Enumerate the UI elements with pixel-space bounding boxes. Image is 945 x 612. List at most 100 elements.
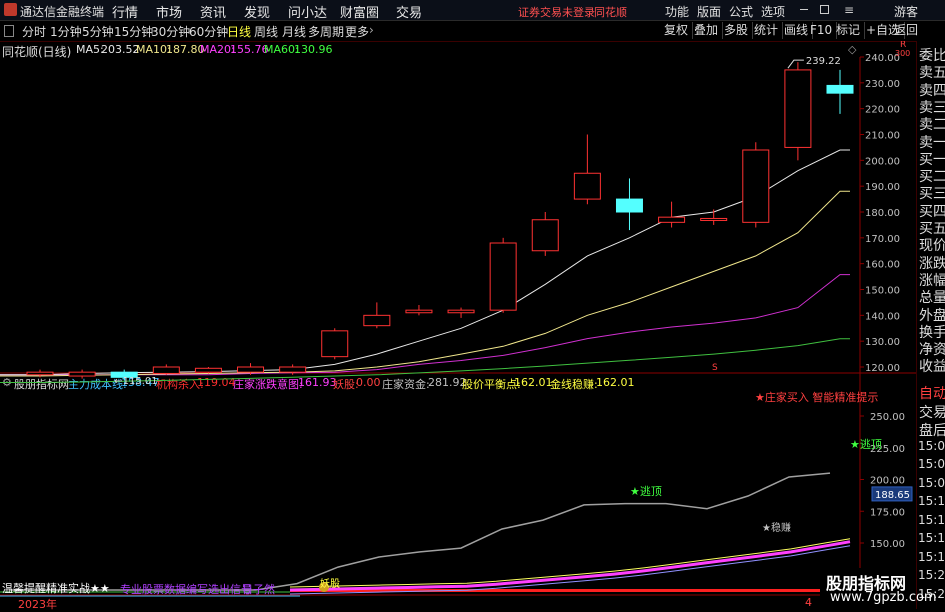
trade-row-label: 15:1: [918, 531, 945, 545]
menu-gongshi[interactable]: 公式: [729, 3, 753, 20]
main-axis-label: 130.00: [865, 337, 900, 348]
btn-fuquan[interactable]: 复权: [660, 22, 694, 39]
menu-banmian[interactable]: 版面: [697, 3, 721, 20]
candle-body: [405, 309, 433, 314]
menu-wenxiaoda[interactable]: 问小达: [288, 2, 327, 21]
menu-xuanxiang[interactable]: 选项: [761, 3, 785, 20]
candle-body: [658, 216, 686, 223]
btn-fanhui[interactable]: 返回: [890, 22, 922, 39]
month-mark: 4: [805, 596, 812, 609]
sub-axis-label: 250.00: [870, 412, 905, 423]
period-15min[interactable]: 15分钟: [114, 23, 153, 40]
expand-icon[interactable]: [4, 25, 14, 37]
minimize-icon[interactable]: [800, 9, 808, 10]
trade-row-label: 15:1: [918, 512, 945, 527]
main-axis-label: 170.00: [865, 234, 900, 245]
period-5min[interactable]: 5分钟: [82, 23, 114, 40]
candle-body: [279, 366, 307, 373]
trade-row-label: 15:1: [918, 549, 945, 564]
trade-row-label: 15:1: [918, 494, 945, 508]
candle-body: [615, 198, 643, 213]
trade-row-label: 交易: [919, 404, 945, 421]
btn-tongji[interactable]: 统计: [750, 22, 784, 39]
period-multi[interactable]: 多周期: [308, 23, 344, 40]
period-toolbar: 分时 1分钟 5分钟 15分钟 30分钟 60分钟 日线 周线 月线 多周期 更…: [0, 21, 945, 42]
main-axis-label: 220.00: [865, 105, 900, 116]
candle-body: [742, 149, 770, 223]
marker-s: S: [712, 363, 718, 373]
menu-icon[interactable]: ≡: [844, 3, 854, 17]
main-axis-label: 140.00: [865, 311, 900, 322]
main-axis-label: 180.00: [865, 208, 900, 219]
escape-top-label-1: ★逃顶: [850, 438, 882, 451]
broker-name[interactable]: 同花顺: [594, 4, 627, 20]
btn-diejia[interactable]: 叠加: [690, 22, 724, 39]
watermark-url: www.7gpzb.com: [830, 590, 937, 605]
app-logo-icon: [4, 3, 17, 16]
candle-body: [363, 314, 391, 327]
candle-body: [700, 217, 728, 221]
app-title: 通达信金融终端: [20, 5, 105, 19]
trade-row-label: 15:2: [918, 568, 945, 582]
guest-label[interactable]: 游客: [894, 3, 918, 20]
candle-body: [489, 242, 517, 311]
candle-body: [194, 367, 222, 373]
window-icon[interactable]: [820, 5, 829, 14]
candle-body: [826, 84, 854, 94]
escape-top-label-2: ★逃顶: [630, 485, 662, 498]
ma20-line: [0, 274, 850, 376]
trade-row-label: 15:0: [918, 457, 945, 471]
period-daily[interactable]: 日线: [227, 23, 251, 40]
period-30min[interactable]: 30分钟: [151, 23, 190, 40]
zhuang-buy-label: ★庄家买入 智能精准提示: [755, 390, 878, 404]
site-watermark: 股朋指标网 www.7gpzb.com: [820, 568, 937, 609]
menu-jiaoyi[interactable]: 交易: [396, 2, 422, 21]
main-axis-label: 200.00: [865, 156, 900, 167]
main-axis-label: 120.00: [865, 363, 900, 374]
menu-faxian[interactable]: 发现: [244, 2, 270, 21]
menu-shichang[interactable]: 市场: [156, 2, 182, 21]
chevron-right-icon[interactable]: ›: [369, 23, 374, 37]
trade-row-label: 15:0: [918, 438, 945, 453]
period-60min[interactable]: 60分钟: [189, 23, 228, 40]
main-axis-label: 160.00: [865, 260, 900, 271]
menu-zixun[interactable]: 资讯: [200, 2, 226, 21]
candle-body: [152, 366, 180, 374]
period-monthly[interactable]: 月线: [282, 23, 306, 40]
yellow-balance-line: [289, 538, 851, 588]
title-bar: 通达信金融终端 行情 市场 资讯 发现 问小达 财富圈 交易 证券交易未登录 同…: [0, 0, 945, 21]
sub-axis-highlight: 188.65: [875, 490, 910, 501]
period-1min[interactable]: 1分钟: [50, 23, 82, 40]
trade-row-label: 自动: [919, 386, 945, 402]
btn-duogu[interactable]: 多股: [720, 22, 754, 39]
menu-hangqing[interactable]: 行情: [112, 2, 138, 21]
menu-caifuquan[interactable]: 财富圈: [340, 2, 379, 21]
year-label: 2023年: [18, 598, 57, 611]
quote-row-label: 收益: [919, 359, 945, 376]
btn-biaoji[interactable]: 标记: [832, 22, 866, 39]
ma5-line: [0, 149, 850, 376]
menu-gongneng[interactable]: 功能: [665, 3, 689, 20]
sub-axis-label: 175.00: [870, 507, 905, 518]
high-price-label: 239.22: [806, 56, 841, 67]
main-axis-label: 210.00: [865, 131, 900, 142]
candle-body: [237, 366, 265, 373]
sub-axis-label: 200.00: [870, 476, 905, 487]
period-more[interactable]: 更多: [345, 23, 369, 40]
main-axis-label: 230.00: [865, 79, 900, 90]
period-weekly[interactable]: 周线: [254, 23, 278, 40]
candle-body: [26, 371, 54, 376]
login-status[interactable]: 证券交易未登录: [518, 4, 595, 20]
candle-body: [68, 371, 96, 377]
main-axis-label: 190.00: [865, 182, 900, 193]
kline-chart[interactable]: 240.00230.00220.00210.00200.00190.00180.…: [0, 41, 916, 609]
pink-intent-line: [289, 540, 851, 592]
trade-row-label: 盘后: [919, 423, 945, 439]
candle-body: [784, 69, 812, 148]
candle-body: [573, 172, 601, 200]
bottom-note: 温馨提醒精准实战★★: [2, 582, 110, 595]
quote-side-panel: 委比 卖五 卖四 卖三 卖二 卖一 买一 买二 买三 买四 买五 现价 涨跌 涨幅 总量 外盘 换手 净资 收益 自动…: [916, 41, 945, 609]
period-fenshi[interactable]: 分时: [22, 23, 46, 40]
trade-row-label: 15:0: [918, 475, 945, 490]
bottom-note-2: 专业股票数据编写选出信号: [120, 583, 252, 596]
